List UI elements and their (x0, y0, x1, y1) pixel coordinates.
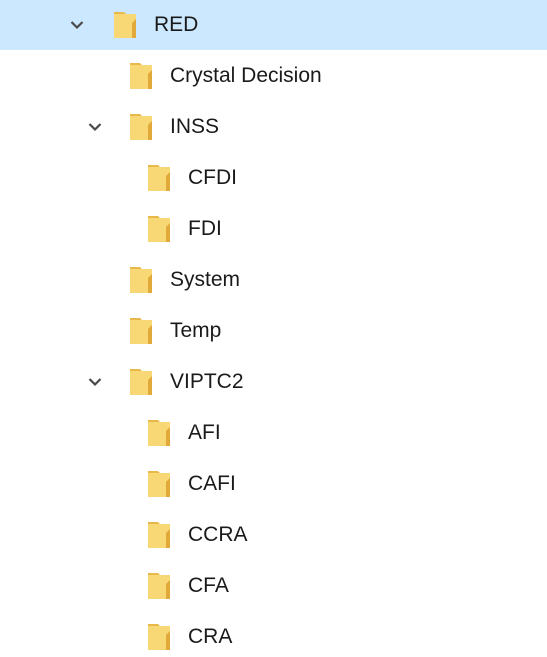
tree-item-label: VIPTC2 (170, 370, 244, 393)
folder-icon (128, 315, 158, 346)
chevron-down-icon[interactable] (66, 14, 88, 36)
chevron-down-icon[interactable] (84, 116, 106, 138)
folder-icon (146, 519, 176, 550)
chevron-down-icon[interactable] (84, 371, 106, 393)
tree-item-label: CAFI (188, 472, 236, 495)
tree-item-cfa[interactable]: CFA (0, 561, 547, 611)
tree-item-label: Temp (170, 319, 222, 342)
folder-icon (146, 162, 176, 193)
tree-item-afi[interactable]: AFI (0, 408, 547, 458)
tree-item-viptc2[interactable]: VIPTC2 (0, 357, 547, 407)
tree-item-cra[interactable]: CRA (0, 612, 547, 657)
tree-item-label: RED (154, 13, 199, 36)
tree-item-crystal-decision[interactable]: Crystal Decision (0, 51, 547, 101)
folder-icon (128, 366, 158, 397)
folder-icon (146, 417, 176, 448)
tree-item-cafi[interactable]: CAFI (0, 459, 547, 509)
tree-item-label: CRA (188, 625, 233, 648)
tree-item-temp[interactable]: Temp (0, 306, 547, 356)
folder-icon (128, 111, 158, 142)
tree-item-ccra[interactable]: CCRA (0, 510, 547, 560)
tree-item-label: FDI (188, 217, 222, 240)
tree-item-label: Crystal Decision (170, 64, 322, 87)
tree-item-inss[interactable]: INSS (0, 102, 547, 152)
tree-item-label: AFI (188, 421, 221, 444)
folder-icon (146, 570, 176, 601)
tree-item-red[interactable]: RED (0, 0, 547, 50)
folder-icon (128, 264, 158, 295)
folder-icon (146, 213, 176, 244)
tree-item-label: INSS (170, 115, 220, 138)
folder-icon (128, 60, 158, 91)
folder-icon (146, 468, 176, 499)
tree-item-label: CFA (188, 574, 229, 597)
tree-item-cfdi[interactable]: CFDI (0, 153, 547, 203)
tree-item-fdi[interactable]: FDI (0, 204, 547, 254)
tree-item-label: System (170, 268, 241, 291)
folder-tree: RED Crystal Decision INSS CFDI FDI System Temp… (0, 0, 547, 657)
folder-icon (112, 9, 142, 40)
tree-item-system[interactable]: System (0, 255, 547, 305)
folder-icon (146, 621, 176, 652)
tree-item-label: CFDI (188, 166, 237, 189)
tree-item-label: CCRA (188, 523, 248, 546)
